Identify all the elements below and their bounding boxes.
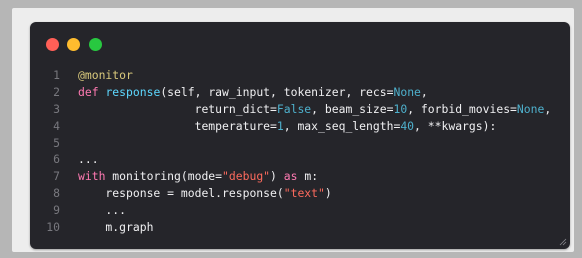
code-token: monitoring(mode= xyxy=(112,169,223,184)
code-token: , beam_size= xyxy=(311,101,394,116)
code-token: None xyxy=(516,101,545,116)
minimize-window-button[interactable] xyxy=(67,38,80,51)
code-text: def response(self, raw_input, tokenizer,… xyxy=(78,84,428,101)
code-token: as xyxy=(283,169,305,184)
line-number: 8 xyxy=(53,186,60,201)
code-token: (self, raw_input, tokenizer, recs= xyxy=(160,84,394,99)
line-number: 3 xyxy=(53,101,60,116)
code-token: None xyxy=(393,84,421,99)
code-line: 10 m.graph xyxy=(30,219,570,236)
code-token: ) xyxy=(324,186,332,201)
close-window-button[interactable] xyxy=(46,38,59,51)
line-number: 4 xyxy=(53,118,60,133)
code-token: "debug" xyxy=(222,169,271,184)
code-text: return_dict=False, beam_size=10, forbid_… xyxy=(78,101,552,118)
code-line: 3 return_dict=False, beam_size=10, forbi… xyxy=(30,101,570,118)
code-token: 10 xyxy=(393,101,408,116)
line-number: 6 xyxy=(53,152,60,167)
code-token: temperature= xyxy=(78,118,277,133)
code-token: m: xyxy=(304,169,319,184)
code-line: 8 response = model.response("text") xyxy=(30,185,570,202)
code-token: , max_seq_length= xyxy=(283,118,401,133)
code-line: 1 @monitor xyxy=(30,67,570,84)
code-window: 1 @monitor 2 def response(self, raw_input, … xyxy=(30,22,570,249)
code-line: 6... xyxy=(30,151,570,168)
code-text: ... xyxy=(78,202,126,219)
code-token: "text" xyxy=(283,186,325,201)
code-line: 4 temperature=1, max_seq_length=40, **kw… xyxy=(30,118,570,135)
code-token: , forbid_movies= xyxy=(407,101,517,116)
line-number: 2 xyxy=(53,84,60,99)
code-text: temperature=1, max_seq_length=40, **kwar… xyxy=(78,118,497,135)
line-number: 9 xyxy=(53,203,60,218)
code-text: m.graph xyxy=(78,219,153,236)
code-token: ) xyxy=(270,169,284,184)
resize-handle-icon[interactable] xyxy=(559,238,567,246)
code-line: 5 xyxy=(30,135,570,152)
code-token: , xyxy=(544,101,552,116)
code-line: 7 with monitoring(mode="debug") as m: xyxy=(30,168,570,185)
line-number: 5 xyxy=(53,135,60,150)
code-line: 9 ... xyxy=(30,202,570,219)
code-token: 1 xyxy=(276,118,284,133)
line-number: 1 xyxy=(53,68,60,82)
code-text: with monitoring(mode="debug") as m: xyxy=(78,168,318,185)
code-text: response = model.response("text") xyxy=(78,185,332,202)
line-number: 10 xyxy=(46,220,60,235)
code-text: ... xyxy=(78,151,99,168)
code-token: @monitor xyxy=(78,68,133,82)
code-token: , **kwargs): xyxy=(414,118,497,133)
code-token: response xyxy=(105,84,161,99)
code-token: 40 xyxy=(400,118,415,133)
code-token: False xyxy=(276,101,312,116)
code-token: ... xyxy=(78,203,127,218)
code-token: return_dict= xyxy=(78,101,277,116)
code-text: @monitor xyxy=(78,67,133,84)
zoom-window-button[interactable] xyxy=(89,38,102,51)
code-token: response = model.response( xyxy=(78,186,284,201)
code-token: , xyxy=(420,84,428,99)
line-number: 7 xyxy=(53,169,60,184)
code-token: m.graph xyxy=(78,220,154,235)
code-editor[interactable]: 1 @monitor 2 def response(self, raw_input, … xyxy=(30,67,570,236)
code-token: with xyxy=(78,169,113,184)
code-line: 2 def response(self, raw_input, tokenizer… xyxy=(30,84,570,101)
code-token: ... xyxy=(78,152,99,167)
code-token: def xyxy=(78,84,106,99)
